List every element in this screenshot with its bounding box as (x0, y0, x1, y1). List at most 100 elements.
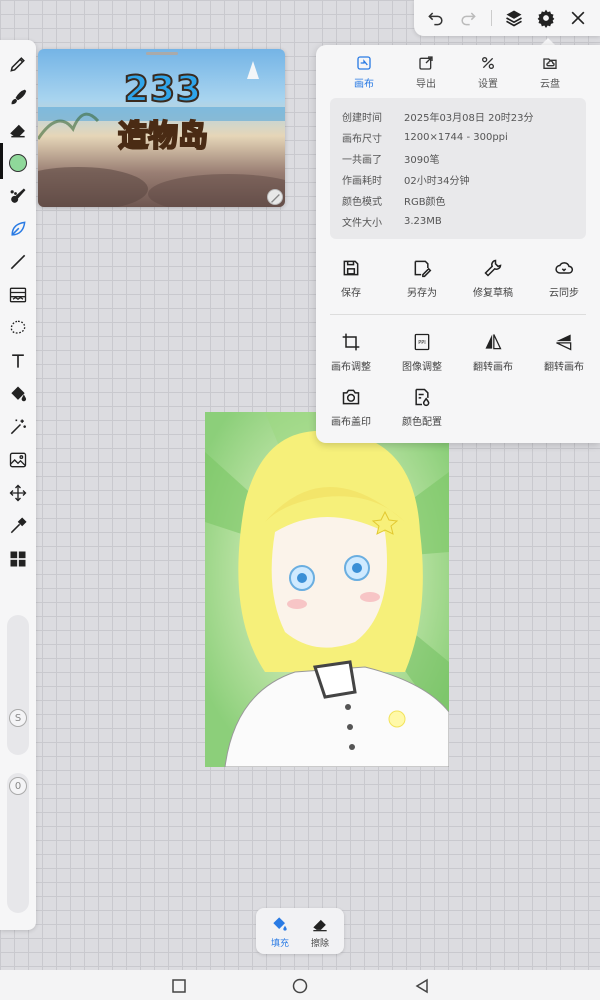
save-icon (343, 260, 359, 276)
color-swatch[interactable] (4, 149, 32, 177)
grid-icon[interactable] (4, 545, 32, 573)
canvas-stamp-button[interactable]: 画布盖印 (319, 387, 383, 428)
info-value: 2025年03月08日 20时23分 (404, 113, 534, 124)
tab-canvas-label: 画布 (354, 79, 374, 90)
info-value: 02小时34分钟 (404, 176, 470, 187)
repair-draft-label: 修复草稿 (473, 288, 513, 299)
info-value: 3.23MB (404, 216, 442, 227)
info-row: 创建时间 2025年03月08日 20时23分 (330, 106, 586, 127)
redo-icon[interactable] (456, 6, 480, 30)
canvas-adjust-button[interactable]: 画布调整 (319, 332, 383, 373)
fill-bucket-icon (273, 917, 287, 931)
info-key: 文件大小 (342, 218, 382, 229)
info-value: 1200×1744 - 300ppi (404, 132, 508, 143)
erase-label: 擦除 (310, 939, 329, 949)
reference-image-window[interactable]: 233 造物岛 (38, 49, 285, 207)
info-key: 创建时间 (342, 113, 382, 124)
flip-vertical-icon (556, 334, 572, 351)
info-key: 一共画了 (342, 155, 382, 166)
size-slider-knob[interactable]: S (9, 709, 27, 727)
cloud-sync-label: 云同步 (549, 288, 579, 299)
gear-icon[interactable] (534, 6, 558, 30)
flip-horizontal-label: 翻转画布 (473, 362, 513, 373)
ppi-icon: PPI (414, 333, 430, 351)
info-value: 3090笔 (404, 155, 440, 166)
brush-icon[interactable] (4, 83, 32, 111)
panel-pointer (541, 38, 555, 45)
canvas-info-card: 创建时间 2025年03月08日 20时23分 画布尺寸 1200×1744 -… (330, 98, 586, 239)
info-row: 文件大小 3.23MB (330, 211, 586, 232)
smudge-icon[interactable] (4, 182, 32, 210)
repair-draft-button[interactable]: 修复草稿 (461, 258, 525, 299)
canvas-settings-panel: 画布 导出 设置 云盘 创建时间 2025年03月08日 20时23分 画布尺寸… (316, 45, 600, 443)
opacity-slider-knob[interactable]: 0 (9, 777, 27, 795)
color-config-button[interactable]: 颜色配置 (390, 387, 454, 428)
fill-erase-toolbar: 填充 擦除 (256, 908, 344, 954)
color-profile-icon (415, 388, 430, 407)
leaf-brush-icon[interactable] (4, 215, 32, 243)
save-as-label: 另存为 (407, 288, 437, 299)
tab-export[interactable]: 导出 (396, 55, 456, 90)
save-as-button[interactable]: 另存为 (390, 258, 454, 299)
tab-cloud-drive[interactable]: 云盘 (520, 55, 580, 90)
info-value: RGB颜色 (404, 197, 446, 208)
erase-button[interactable]: 擦除 (300, 914, 340, 949)
fill-bucket-icon[interactable] (4, 380, 32, 408)
toolbar-separator (491, 10, 492, 26)
info-row: 作画耗时 02小时34分钟 (330, 169, 586, 190)
transform-icon[interactable] (4, 479, 32, 507)
filter-icon[interactable] (4, 281, 32, 309)
info-row: 一共画了 3090笔 (330, 148, 586, 169)
color-config-label: 颜色配置 (402, 417, 442, 428)
info-key: 画布尺寸 (342, 134, 382, 145)
canvas-stamp-label: 画布盖印 (331, 417, 371, 428)
camera-icon (342, 389, 360, 405)
opacity-slider[interactable]: 0 (7, 773, 29, 913)
top-toolbar (414, 0, 600, 36)
flip-vertical-label: 翻转画布 (544, 362, 584, 373)
eyedropper-icon[interactable] (4, 512, 32, 540)
tab-canvas[interactable]: 画布 (334, 55, 394, 90)
back-icon[interactable] (413, 977, 431, 995)
magic-wand-icon[interactable] (4, 413, 32, 441)
wrench-icon (484, 259, 502, 277)
panel-divider (330, 314, 586, 315)
close-icon[interactable] (566, 6, 590, 30)
save-label: 保存 (341, 288, 361, 299)
recent-apps-icon[interactable] (170, 977, 188, 995)
image-import-icon[interactable] (4, 446, 32, 474)
info-row: 颜色模式 RGB颜色 (330, 190, 586, 211)
pen-icon[interactable] (4, 50, 32, 78)
info-row: 画布尺寸 1200×1744 - 300ppi (330, 127, 586, 148)
flip-canvas-vertical-button[interactable]: 翻转画布 (532, 332, 596, 373)
eraser-icon (313, 919, 327, 932)
flip-canvas-horizontal-button[interactable]: 翻转画布 (461, 332, 525, 373)
drawing-canvas[interactable] (205, 412, 449, 767)
reference-resize-handle[interactable] (267, 189, 283, 205)
ppi-glyph: PPI (418, 340, 426, 346)
info-key: 作画耗时 (342, 176, 382, 187)
tool-rail: S 0 (0, 40, 36, 930)
info-key: 颜色模式 (342, 197, 382, 208)
lasso-icon[interactable] (4, 314, 32, 342)
cloud-sync-button[interactable]: 云同步 (532, 258, 596, 299)
line-icon[interactable] (4, 248, 32, 276)
undo-icon[interactable] (424, 6, 448, 30)
save-button[interactable]: 保存 (319, 258, 383, 299)
brush-size-slider[interactable]: S (7, 615, 29, 755)
image-adjust-button[interactable]: PPI 图像调整 (390, 332, 454, 373)
crop-icon (342, 333, 360, 351)
fill-label: 填充 (270, 939, 289, 949)
tab-settings[interactable]: 设置 (458, 55, 518, 90)
system-nav-bar (0, 970, 600, 1000)
tab-export-label: 导出 (416, 79, 436, 90)
fill-button[interactable]: 填充 (260, 914, 300, 949)
tab-cloud-drive-label: 云盘 (540, 79, 560, 90)
artwork-illustration (205, 412, 449, 767)
home-icon[interactable] (291, 977, 309, 995)
text-icon[interactable] (4, 347, 32, 375)
save-as-icon (414, 260, 432, 278)
eraser-icon[interactable] (4, 116, 32, 144)
layers-icon[interactable] (502, 6, 526, 30)
logo-title: 造物岛 (117, 118, 209, 155)
